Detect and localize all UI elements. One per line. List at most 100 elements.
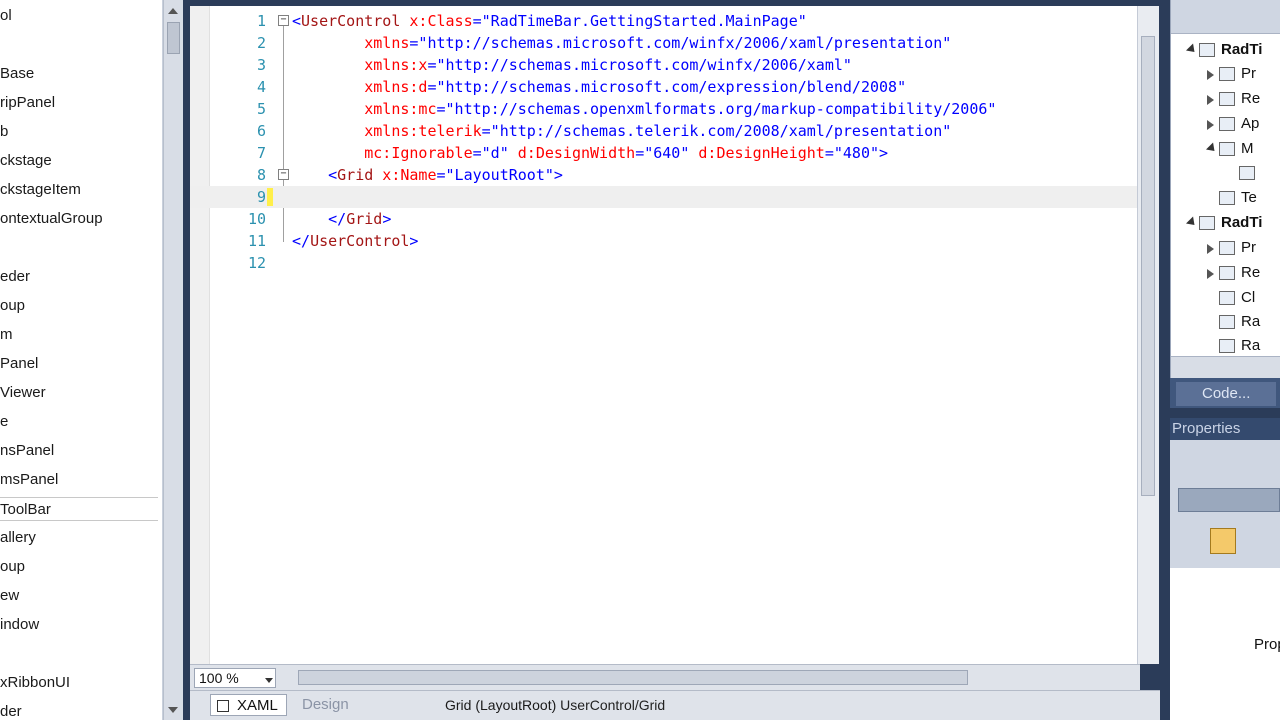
collapsed-arrow-icon[interactable] — [1207, 244, 1214, 254]
toolbox-item[interactable]: Panel — [0, 352, 38, 376]
xaml-code-editor[interactable]: 1− <UserControl x:Class="RadTimeBar.Getti… — [190, 6, 1140, 664]
toolbox-item[interactable]: Viewer — [0, 381, 46, 405]
solution-tree-item[interactable]: Re — [1219, 87, 1260, 111]
code-line[interactable]: 1 − <UserControl x:Class="RadTimeBar.Getti… — [190, 10, 1140, 32]
editor-vertical-scrollbar[interactable] — [1137, 6, 1159, 664]
line-number: 5 — [256, 100, 266, 118]
code-line[interactable]: 9 — [190, 186, 1140, 208]
expanded-arrow-icon[interactable] — [1185, 43, 1199, 56]
code-text: <UserControl x:Class="RadTimeBar.Getting… — [292, 12, 807, 30]
solution-tree-item-label: M — [1241, 140, 1254, 157]
project-file-icon — [1219, 339, 1235, 354]
collapsed-arrow-icon[interactable] — [1207, 269, 1214, 279]
code-line[interactable]: 6 xmlns:telerik="http://schemas.telerik.… — [190, 120, 1140, 142]
solution-tree-item[interactable]: Cl — [1219, 286, 1255, 310]
toolbox-item[interactable]: ol — [0, 4, 12, 28]
toolbox-item[interactable]: ontextualGroup — [0, 207, 103, 231]
solution-explorer: RadTi Pr Re Ap M Te RadTi Pr Re Cl Ra Ra — [1170, 0, 1280, 378]
code-line[interactable]: 12 — [190, 252, 1140, 274]
toolbox-item[interactable]: ckstage — [0, 149, 52, 173]
line-number: 12 — [247, 254, 266, 272]
solution-tree-item[interactable]: M — [1219, 137, 1254, 161]
code-line[interactable]: 5 xmlns:mc="http://schemas.openxmlformat… — [190, 98, 1140, 120]
line-number: 8 — [256, 166, 266, 184]
collapse-icon[interactable]: − — [278, 169, 289, 180]
code-line[interactable]: 10 </Grid> — [190, 208, 1140, 230]
solution-explorer-toolbar — [1171, 0, 1280, 34]
zoom-level-select[interactable]: 100 % — [194, 668, 276, 688]
tab-xaml[interactable]: XAML — [210, 694, 287, 716]
toolbox-item[interactable]: ripPanel — [0, 91, 55, 115]
properties-tab-strip: Code... — [1170, 378, 1280, 408]
toolbox-item[interactable]: msPanel — [0, 468, 58, 492]
properties-panel: Prop — [1170, 440, 1280, 720]
code-text: xmlns:d="http://schemas.microsoft.com/ex… — [292, 78, 907, 96]
project-file-icon — [1219, 241, 1235, 256]
collapse-icon[interactable]: − — [278, 15, 289, 26]
solution-tree-item-label: Ra — [1241, 313, 1261, 330]
tab-code[interactable]: Code... — [1176, 382, 1276, 406]
designer-status-bar: XAML Design Grid (LayoutRoot) UserContro… — [190, 690, 1160, 720]
code-line[interactable]: 8 − <Grid x:Name="LayoutRoot"> — [190, 164, 1140, 186]
code-line[interactable]: 3 xmlns:x="http://schemas.microsoft.com/… — [190, 54, 1140, 76]
element-breadcrumb[interactable]: Grid (LayoutRoot) UserControl/Grid — [445, 695, 665, 715]
line-number: 11 — [247, 232, 266, 250]
tab-design[interactable]: Design — [302, 694, 349, 716]
solution-tree-item[interactable]: RadTi — [1199, 38, 1262, 62]
project-file-icon — [1219, 117, 1235, 132]
solution-tree-item[interactable]: RadTi — [1199, 211, 1262, 235]
horizontal-scrollbar-thumb[interactable] — [298, 670, 968, 685]
solution-tree-item[interactable]: Pr — [1219, 62, 1256, 86]
toolbox-item[interactable]: m — [0, 323, 13, 347]
properties-toolbar — [1170, 440, 1280, 568]
project-file-icon — [1219, 92, 1235, 107]
scrollbar-thumb[interactable] — [1141, 36, 1155, 496]
solution-tree-item[interactable]: Te — [1219, 186, 1257, 210]
solution-tree-item-label: Ra — [1241, 337, 1261, 354]
code-text: xmlns="http://schemas.microsoft.com/winf… — [292, 34, 952, 52]
expanded-arrow-icon[interactable] — [1205, 142, 1219, 155]
line-number: 7 — [256, 144, 266, 162]
solution-tree-item[interactable]: Ra — [1219, 310, 1260, 334]
scroll-up-icon[interactable] — [168, 8, 178, 14]
properties-object-selector[interactable] — [1178, 488, 1280, 512]
expanded-arrow-icon[interactable] — [1185, 216, 1199, 229]
toolbox-item[interactable]: der — [0, 700, 22, 720]
sort-alphabetical-button[interactable] — [1210, 528, 1236, 554]
solution-tree-item-label: Pr — [1241, 239, 1256, 256]
toolbox-item[interactable]: ckstageItem — [0, 178, 81, 202]
toolbox-item[interactable]: ToolBar — [0, 497, 158, 521]
scrollbar-thumb[interactable] — [167, 22, 180, 54]
solution-tree-item-label: Re — [1241, 264, 1261, 281]
toolbox-item[interactable]: xRibbonUI — [0, 671, 70, 695]
toolbox-item[interactable]: oup — [0, 555, 25, 579]
toolbox-item[interactable]: ew — [0, 584, 19, 608]
code-line[interactable]: 7 mc:Ignorable="d" d:DesignWidth="640" d… — [190, 142, 1140, 164]
toolbox-item[interactable]: Base — [0, 62, 34, 86]
toolbox-item[interactable]: eder — [0, 265, 30, 289]
code-line[interactable]: 11 </UserControl> — [190, 230, 1140, 252]
collapsed-arrow-icon[interactable] — [1207, 120, 1214, 130]
code-line[interactable]: 4 xmlns:d="http://schemas.microsoft.com/… — [190, 76, 1140, 98]
collapsed-arrow-icon[interactable] — [1207, 70, 1214, 80]
toolbox-item[interactable]: e — [0, 410, 8, 434]
solution-tree-item[interactable]: Ra — [1219, 334, 1260, 358]
code-text: mc:Ignorable="d" d:DesignWidth="640" d:D… — [292, 144, 889, 162]
toolbox-scrollbar[interactable] — [163, 0, 183, 720]
toolbox-item[interactable]: allery — [0, 526, 36, 550]
toolbox-item[interactable]: nsPanel — [0, 439, 54, 463]
solution-horizontal-scrollbar[interactable] — [1171, 356, 1280, 378]
solution-tree-item[interactable]: Pr — [1219, 236, 1256, 260]
collapsed-arrow-icon[interactable] — [1207, 95, 1214, 105]
solution-tree-item[interactable]: Ap — [1219, 112, 1259, 136]
code-line[interactable]: 2 xmlns="http://schemas.microsoft.com/wi… — [190, 32, 1140, 54]
scroll-down-icon[interactable] — [168, 707, 178, 713]
toolbox-item[interactable]: indow — [0, 613, 39, 637]
toolbox-item[interactable]: b — [0, 120, 8, 144]
toolbox-panel: ol Base ripPanel b ckstage ckstageItem ontextu… — [0, 0, 163, 720]
breadcrumb-path[interactable]: UserControl/Grid — [560, 697, 665, 713]
solution-tree-item[interactable] — [1239, 161, 1261, 185]
breadcrumb-current-element[interactable]: Grid (LayoutRoot) — [445, 697, 556, 713]
toolbox-item[interactable]: oup — [0, 294, 25, 318]
solution-tree-item[interactable]: Re — [1219, 261, 1260, 285]
